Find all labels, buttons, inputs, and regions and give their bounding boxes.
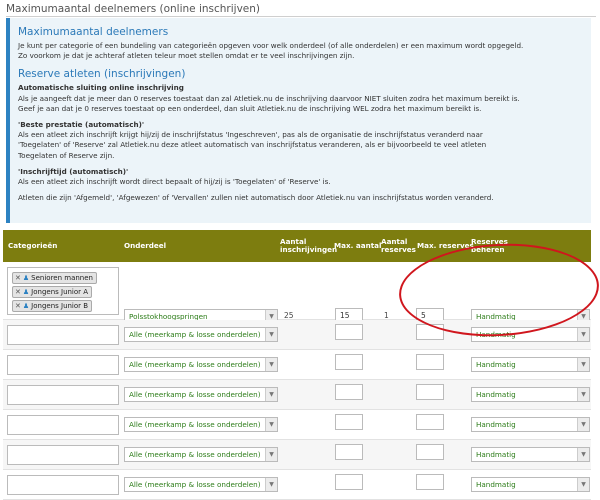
max-count-input[interactable] (335, 414, 363, 430)
category-multiselect[interactable] (7, 415, 119, 435)
max-count-input[interactable] (335, 444, 363, 460)
manage-reserves-select[interactable]: Handmatig ▼ (471, 417, 590, 432)
chevron-down-icon: ▼ (577, 448, 589, 461)
chevron-down-icon: ▼ (265, 358, 277, 371)
event-select[interactable]: Alle (meerkamp & losse onderdelen) ▼ (124, 357, 278, 372)
event-select[interactable]: Alle (meerkamp & losse onderdelen) ▼ (124, 477, 278, 492)
chevron-down-icon: ▼ (577, 328, 589, 341)
max-count-input[interactable] (335, 324, 363, 340)
category-tag[interactable]: ✕ ♟ Senioren mannen (12, 272, 97, 284)
category-multiselect[interactable]: ✕ ♟ Senioren mannen ✕ ♟ Jongens Junior A ✕ ♟ J… (7, 267, 119, 315)
person-icon: ♟ (22, 274, 30, 282)
header-categories: Categorieën (8, 241, 58, 250)
info-heading-max: Maximumaantal deelnemers (18, 26, 169, 38)
page-title: Maximumaantal deelnemers (online inschri… (6, 3, 261, 15)
table-row: Alle (meerkamp & losse onderdelen) ▼ Handm… (3, 440, 591, 470)
chevron-down-icon: ▼ (265, 328, 277, 341)
manage-reserves-select[interactable]: Handmatig ▼ (471, 327, 590, 342)
chevron-down-icon: ▼ (577, 418, 589, 431)
table-row: Alle (meerkamp & losse onderdelen) ▼ Handm… (3, 380, 591, 410)
header-reserves: Aantal reserves (381, 237, 416, 254)
chevron-down-icon: ▼ (265, 448, 277, 461)
category-multiselect[interactable] (7, 325, 119, 345)
info-para-max: Je kunt per categorie of een bundeling v… (18, 41, 524, 61)
info-panel: Maximumaantal deelnemers Je kunt per cat… (6, 18, 591, 223)
table-row: Alle (meerkamp & losse onderdelen) ▼ Handm… (3, 410, 591, 440)
info-section-auto-close: Automatische sluiting online inschrijvin… (18, 83, 520, 113)
chevron-down-icon: ▼ (577, 388, 589, 401)
manage-reserves-select[interactable]: Handmatig ▼ (471, 447, 590, 462)
table-row: Alle (meerkamp & losse onderdelen) ▼ Handm… (3, 470, 591, 500)
category-multiselect[interactable] (7, 385, 119, 405)
person-icon: ♟ (22, 302, 30, 310)
max-count-input[interactable] (335, 354, 363, 370)
reserves-count: 1 (384, 311, 389, 320)
info-section-status-note: Atleten die zijn 'Afgemeld', 'Afgewezen'… (18, 193, 494, 203)
header-max-reserves: Max. reserves (417, 241, 474, 250)
chevron-down-icon: ▼ (577, 358, 589, 371)
manage-reserves-select[interactable]: Handmatig ▼ (471, 477, 590, 492)
manage-reserves-select[interactable]: Handmatig ▼ (471, 387, 590, 402)
close-icon[interactable]: ✕ (15, 302, 21, 310)
max-reserves-input[interactable] (416, 474, 444, 490)
chevron-down-icon: ▼ (265, 418, 277, 431)
event-select[interactable]: Alle (meerkamp & losse onderdelen) ▼ (124, 417, 278, 432)
info-section-best-performance: 'Beste prestatie (automatisch)' Als een … (18, 120, 487, 160)
category-multiselect[interactable] (7, 445, 119, 465)
close-icon[interactable]: ✕ (15, 274, 21, 282)
max-reserves-input[interactable] (416, 384, 444, 400)
info-section-registration-time: 'Inschrijftijd (automatisch)' Als een at… (18, 166, 331, 187)
event-select[interactable]: Alle (meerkamp & losse onderdelen) ▼ (124, 387, 278, 402)
event-select[interactable]: Alle (meerkamp & losse onderdelen) ▼ (124, 327, 278, 342)
category-tag[interactable]: ✕ ♟ Jongens Junior A (12, 286, 93, 298)
header-registrations: Aantal inschrijvingen (280, 237, 338, 254)
event-select[interactable]: Alle (meerkamp & losse onderdelen) ▼ (124, 447, 278, 462)
registrations-count: 25 (284, 311, 294, 320)
close-icon[interactable]: ✕ (15, 288, 21, 296)
table-row: Alle (meerkamp & losse onderdelen) ▼ Handm… (3, 350, 591, 380)
title-divider (6, 16, 596, 17)
chevron-down-icon: ▼ (265, 388, 277, 401)
table-header: Categorieën Onderdeel Aantal inschrijvin… (3, 230, 591, 262)
chevron-down-icon: ▼ (577, 478, 589, 491)
max-participants-table: Categorieën Onderdeel Aantal inschrijvin… (3, 230, 591, 500)
header-manage-reserves: Reserves beheren (471, 237, 508, 254)
max-count-input[interactable] (335, 474, 363, 490)
category-tag[interactable]: ✕ ♟ Jongens Junior B (12, 300, 93, 312)
chevron-down-icon: ▼ (265, 478, 277, 491)
info-heading-reserves: Reserve atleten (inschrijvingen) (18, 68, 186, 81)
category-multiselect[interactable] (7, 475, 119, 495)
table-row: ✕ ♟ Senioren mannen ✕ ♟ Jongens Junior A ✕ ♟ J… (3, 262, 591, 324)
manage-reserves-select[interactable]: Handmatig ▼ (471, 357, 590, 372)
header-max-count: Max. aantal (334, 241, 382, 250)
header-event: Onderdeel (124, 241, 167, 250)
max-reserves-input[interactable] (416, 354, 444, 370)
max-reserves-input[interactable] (416, 324, 444, 340)
max-count-input[interactable] (335, 384, 363, 400)
table-row: Alle (meerkamp & losse onderdelen) ▼ Handm… (3, 320, 591, 350)
category-multiselect[interactable] (7, 355, 119, 375)
max-reserves-input[interactable] (416, 444, 444, 460)
person-icon: ♟ (22, 288, 30, 296)
max-reserves-input[interactable] (416, 414, 444, 430)
